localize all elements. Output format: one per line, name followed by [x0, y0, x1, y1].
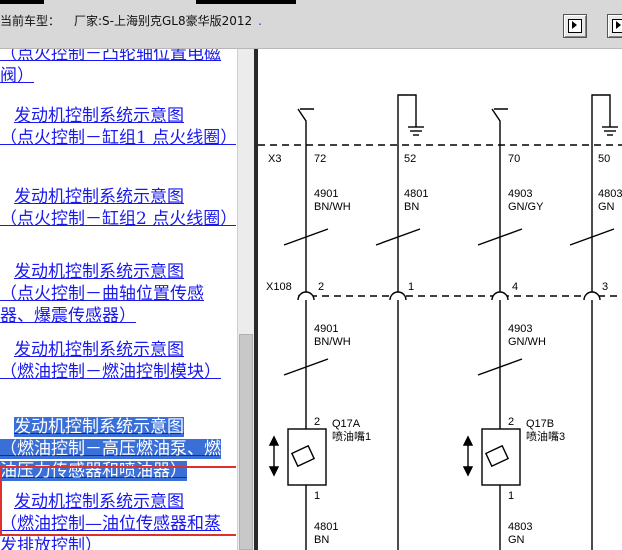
wire-color: GN/GY [508, 201, 544, 213]
injector-name: 喷油嘴3 [526, 429, 565, 443]
x3-label: X3 [268, 153, 281, 165]
toc-item-sub: （点火控制－缸组2 点火线圈） [0, 209, 236, 229]
x108-label: X108 [266, 281, 292, 293]
toc-item-coil-bank2[interactable]: 发动机控制系统示意图 （点火控制－缸组2 点火线圈） [0, 186, 236, 230]
wire-color: GN/WH [508, 336, 546, 348]
wire-color: BN/WH [314, 201, 351, 213]
toc-item-camshaft[interactable]: （点火控制－凸轮轴位置电磁阀） [0, 49, 234, 87]
injector-name: 喷油嘴1 [332, 429, 371, 443]
top-bar: 当前车型： 厂家:S-上海别克GL8豪华版2012. [0, 0, 622, 49]
x108-pin: 3 [602, 281, 608, 293]
wire-circuit: 4803 [598, 188, 622, 200]
wire-circuit: 4901 [314, 323, 338, 335]
x108-pin: 4 [512, 281, 518, 293]
toc-item-title: 发动机控制系统示意图 [14, 417, 184, 437]
wire-circuit: 4801 [314, 521, 338, 533]
wire-color: GN [598, 201, 615, 213]
top-edge-mark [0, 0, 44, 4]
wire-color: GN [508, 534, 525, 546]
x3-pin: 52 [404, 153, 416, 165]
toc-item-sub: （点火控制－凸轮轴位置电磁阀） [0, 49, 221, 86]
toc-item-title: 发动机控制系统示意图 [14, 262, 184, 282]
vehicle-value: 厂家:S-上海别克GL8豪华版2012 [74, 14, 253, 28]
toc-item-crank-knock[interactable]: 发动机控制系统示意图 （点火控制－曲轴位置传感器、爆震传感器） [0, 261, 234, 327]
x108-pin: 2 [318, 281, 324, 293]
forward-icon [612, 19, 622, 33]
injector-pin-bottom: 1 [508, 490, 514, 502]
x108-pin: 1 [408, 281, 414, 293]
toc-item-sub: （点火控制－缸组1 点火线圈） [0, 128, 236, 148]
wire-color: BN [404, 201, 419, 213]
ground-symbol-2 [397, 94, 424, 147]
wire-circuit: 4803 [508, 521, 532, 533]
toc-sidebar: （点火控制－凸轮轴位置电磁阀） 发动机控制系统示意图 （点火控制－缸组1 点火线… [0, 49, 236, 550]
toc-item-title: 发动机控制系统示意图 [14, 106, 184, 126]
scrollbar-thumb[interactable] [239, 334, 253, 550]
wire-circuit: 4903 [508, 323, 532, 335]
toc-item-fuel-module[interactable]: 发动机控制系统示意图 （燃油控制－燃油控制模块） [0, 339, 234, 383]
toc-item-coil-bank1[interactable]: 发动机控制系统示意图 （点火控制－缸组1 点火线圈） [0, 105, 236, 149]
vehicle-info: 当前车型： 厂家:S-上海别克GL8豪华版2012. [0, 12, 262, 29]
toc-item-title: 发动机控制系统示意图 [14, 340, 184, 360]
x3-pin: 50 [598, 153, 610, 165]
toc-item-sub: （燃油控制－燃油控制模块） [0, 362, 221, 382]
wiring-diagram: X3 72 52 70 50 4901 BN/WH 4801 BN 4903 G… [258, 49, 622, 550]
x3-pin: 70 [508, 153, 520, 165]
switch-symbol-1 [297, 108, 314, 147]
next-icon [568, 19, 582, 33]
top-edge-mark [196, 0, 296, 4]
wire-color: BN/WH [314, 336, 351, 348]
wire-circuit: 4903 [508, 188, 532, 200]
toc-item-title: 发动机控制系统示意图 [14, 187, 184, 207]
next-page-button[interactable] [563, 14, 587, 38]
selection-highlight-box [0, 466, 236, 536]
vehicle-link-dot[interactable]: . [258, 14, 262, 28]
wire-circuit: 4901 [314, 188, 338, 200]
injector-id: Q17A [332, 418, 361, 430]
sidebar-scrollbar[interactable] [237, 49, 255, 550]
injector-id: Q17B [526, 418, 554, 430]
vehicle-label: 当前车型： [0, 14, 61, 28]
switch-symbol-3 [491, 108, 508, 147]
toc-item-sub: （点火控制－曲轴位置传感器、爆震传感器） [0, 284, 204, 326]
injector-pin-top: 2 [314, 416, 320, 428]
wire-circuit: 4801 [404, 188, 428, 200]
ground-symbol-4 [591, 94, 618, 147]
wire-color: BN [314, 534, 329, 546]
injector-pin-bottom: 1 [314, 490, 320, 502]
last-page-button[interactable] [607, 14, 622, 38]
x3-pin: 72 [314, 153, 326, 165]
injector-pin-top: 2 [508, 416, 514, 428]
